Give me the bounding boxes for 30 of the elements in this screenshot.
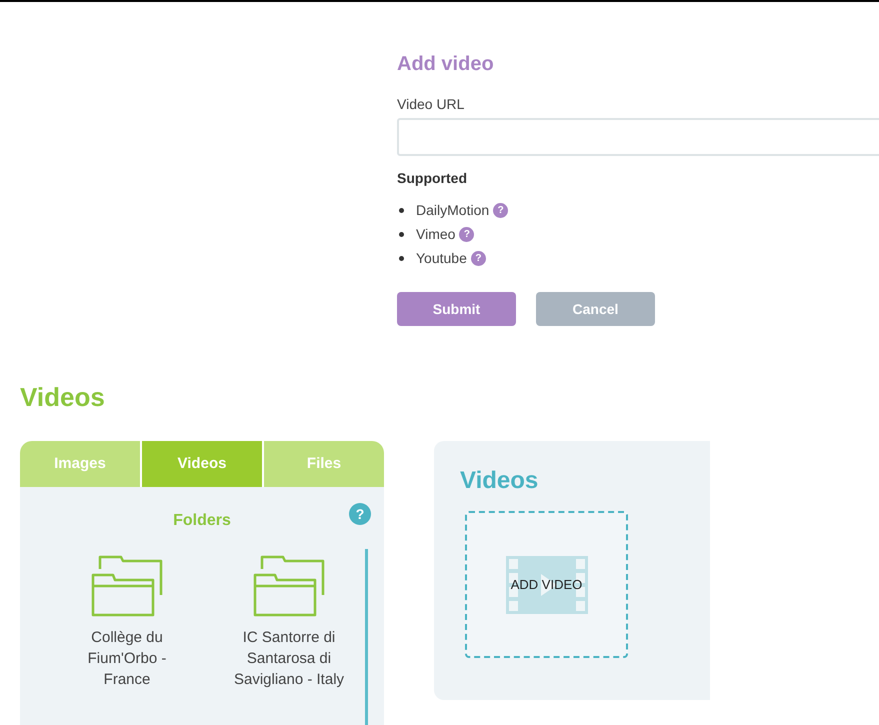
bullet-icon xyxy=(399,256,404,260)
scrollbar[interactable] xyxy=(365,549,368,725)
submit-button[interactable]: Submit xyxy=(397,292,516,326)
provider-name: Youtube xyxy=(416,248,467,268)
supported-heading: Supported xyxy=(397,169,468,188)
help-icon[interactable]: ? xyxy=(459,226,474,242)
section-title: Videos xyxy=(20,381,106,413)
add-video-label: ADD VIDEO xyxy=(510,576,582,594)
add-video-dropzone[interactable]: ADD VIDEO xyxy=(465,511,628,658)
folders-icon xyxy=(91,555,163,617)
folder-name: IC Santorre di Santarosa di Savigliano - Italy xyxy=(232,628,346,690)
card-title: Videos xyxy=(460,466,540,496)
provider-name: Vimeo xyxy=(416,224,456,244)
help-icon[interactable]: ? xyxy=(470,250,486,266)
help-icon[interactable]: ? xyxy=(493,202,508,218)
folders-icon xyxy=(253,555,325,617)
folder-name: Collège du Fium'Orbo - France xyxy=(86,628,168,690)
form-title: Add video xyxy=(397,52,495,76)
bullet-icon xyxy=(399,232,404,236)
folder-item[interactable]: Collège du Fium'Orbo - France xyxy=(56,555,198,690)
bullet-icon xyxy=(399,208,404,212)
url-field[interactable] xyxy=(397,118,879,156)
field-label: Video URL xyxy=(397,95,466,114)
provider-name: DailyMotion xyxy=(416,200,490,220)
help-icon[interactable]: ? xyxy=(349,503,371,525)
folder-item[interactable]: IC Santorre di Santarosa di Savigliano - Italy xyxy=(218,555,360,690)
tab[interactable]: Videos xyxy=(140,441,262,487)
cancel-button[interactable]: Cancel xyxy=(536,292,655,326)
panel-title: Folders xyxy=(173,511,231,531)
film-icon xyxy=(506,556,588,614)
